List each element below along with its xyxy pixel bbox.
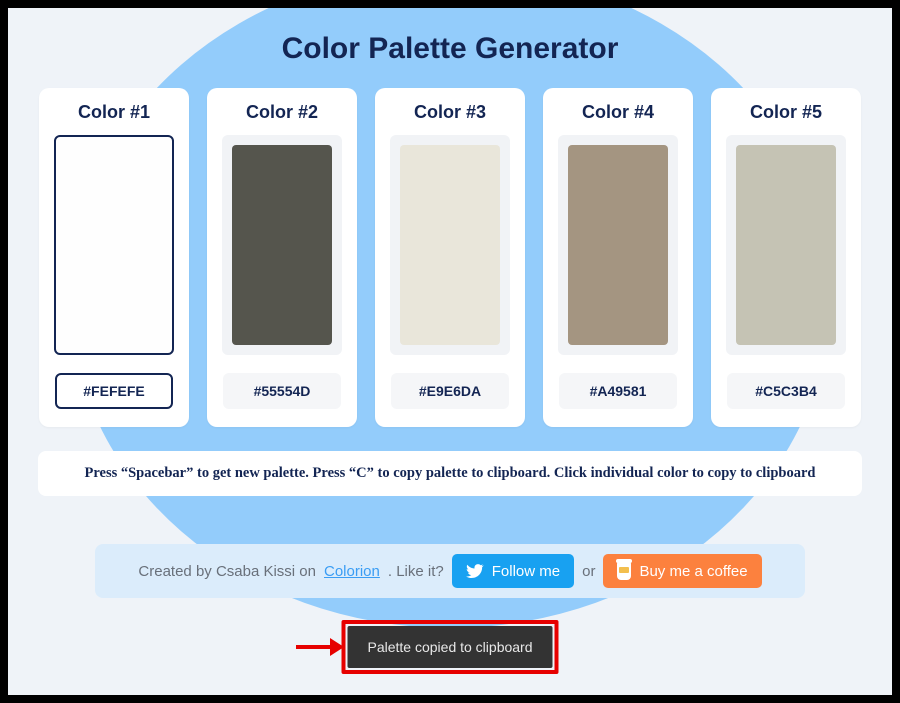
buy-coffee-button[interactable]: Buy me a coffee [603, 554, 761, 588]
color-hex-chip[interactable]: #C5C3B4 [727, 373, 845, 409]
palette-cards: Color #1 #FEFEFE Color #2 #55554D Color #3 #E… [38, 88, 862, 427]
color-card-title: Color #5 [750, 102, 822, 123]
footer-like-it: . Like it? [388, 563, 444, 580]
coffee-cup-icon [617, 562, 631, 580]
footer-created-by: Created by Csaba Kissi on [138, 563, 316, 580]
color-card: Color #3 #E9E6DA [375, 88, 525, 427]
color-swatch[interactable] [736, 145, 836, 345]
annotation-highlight: Palette copied to clipboard [342, 620, 559, 674]
color-card: Color #1 #FEFEFE [39, 88, 189, 427]
color-card: Color #4 #A49581 [543, 88, 693, 427]
footer-bar: Created by Csaba Kissi on Colorion . Lik… [95, 544, 805, 598]
annotation-arrow [296, 638, 344, 656]
color-card-title: Color #1 [78, 102, 150, 123]
color-swatch-wrap [558, 135, 678, 355]
twitter-icon [466, 562, 484, 580]
color-swatch[interactable] [232, 145, 332, 345]
color-swatch-wrap [54, 135, 174, 355]
color-card: Color #5 #C5C3B4 [711, 88, 861, 427]
color-card: Color #2 #55554D [207, 88, 357, 427]
color-swatch[interactable] [54, 135, 174, 355]
color-hex-chip[interactable]: #55554D [223, 373, 341, 409]
color-swatch-wrap [390, 135, 510, 355]
color-card-title: Color #2 [246, 102, 318, 123]
color-swatch[interactable] [568, 145, 668, 345]
buy-coffee-label: Buy me a coffee [639, 563, 747, 580]
color-hex-chip[interactable]: #A49581 [559, 373, 677, 409]
toast-message: Palette copied to clipboard [348, 626, 553, 668]
follow-button-label: Follow me [492, 563, 560, 580]
color-hex-chip[interactable]: #E9E6DA [391, 373, 509, 409]
color-card-title: Color #3 [414, 102, 486, 123]
instructions-bar: Press “Spacebar” to get new palette. Pre… [38, 451, 862, 496]
color-swatch-wrap [726, 135, 846, 355]
color-swatch[interactable] [400, 145, 500, 345]
footer-or: or [582, 563, 595, 580]
color-card-title: Color #4 [582, 102, 654, 123]
colorion-link[interactable]: Colorion [324, 563, 380, 580]
follow-button[interactable]: Follow me [452, 554, 574, 588]
color-hex-chip[interactable]: #FEFEFE [55, 373, 173, 409]
color-swatch-wrap [222, 135, 342, 355]
page-title: Color Palette Generator [282, 32, 619, 66]
